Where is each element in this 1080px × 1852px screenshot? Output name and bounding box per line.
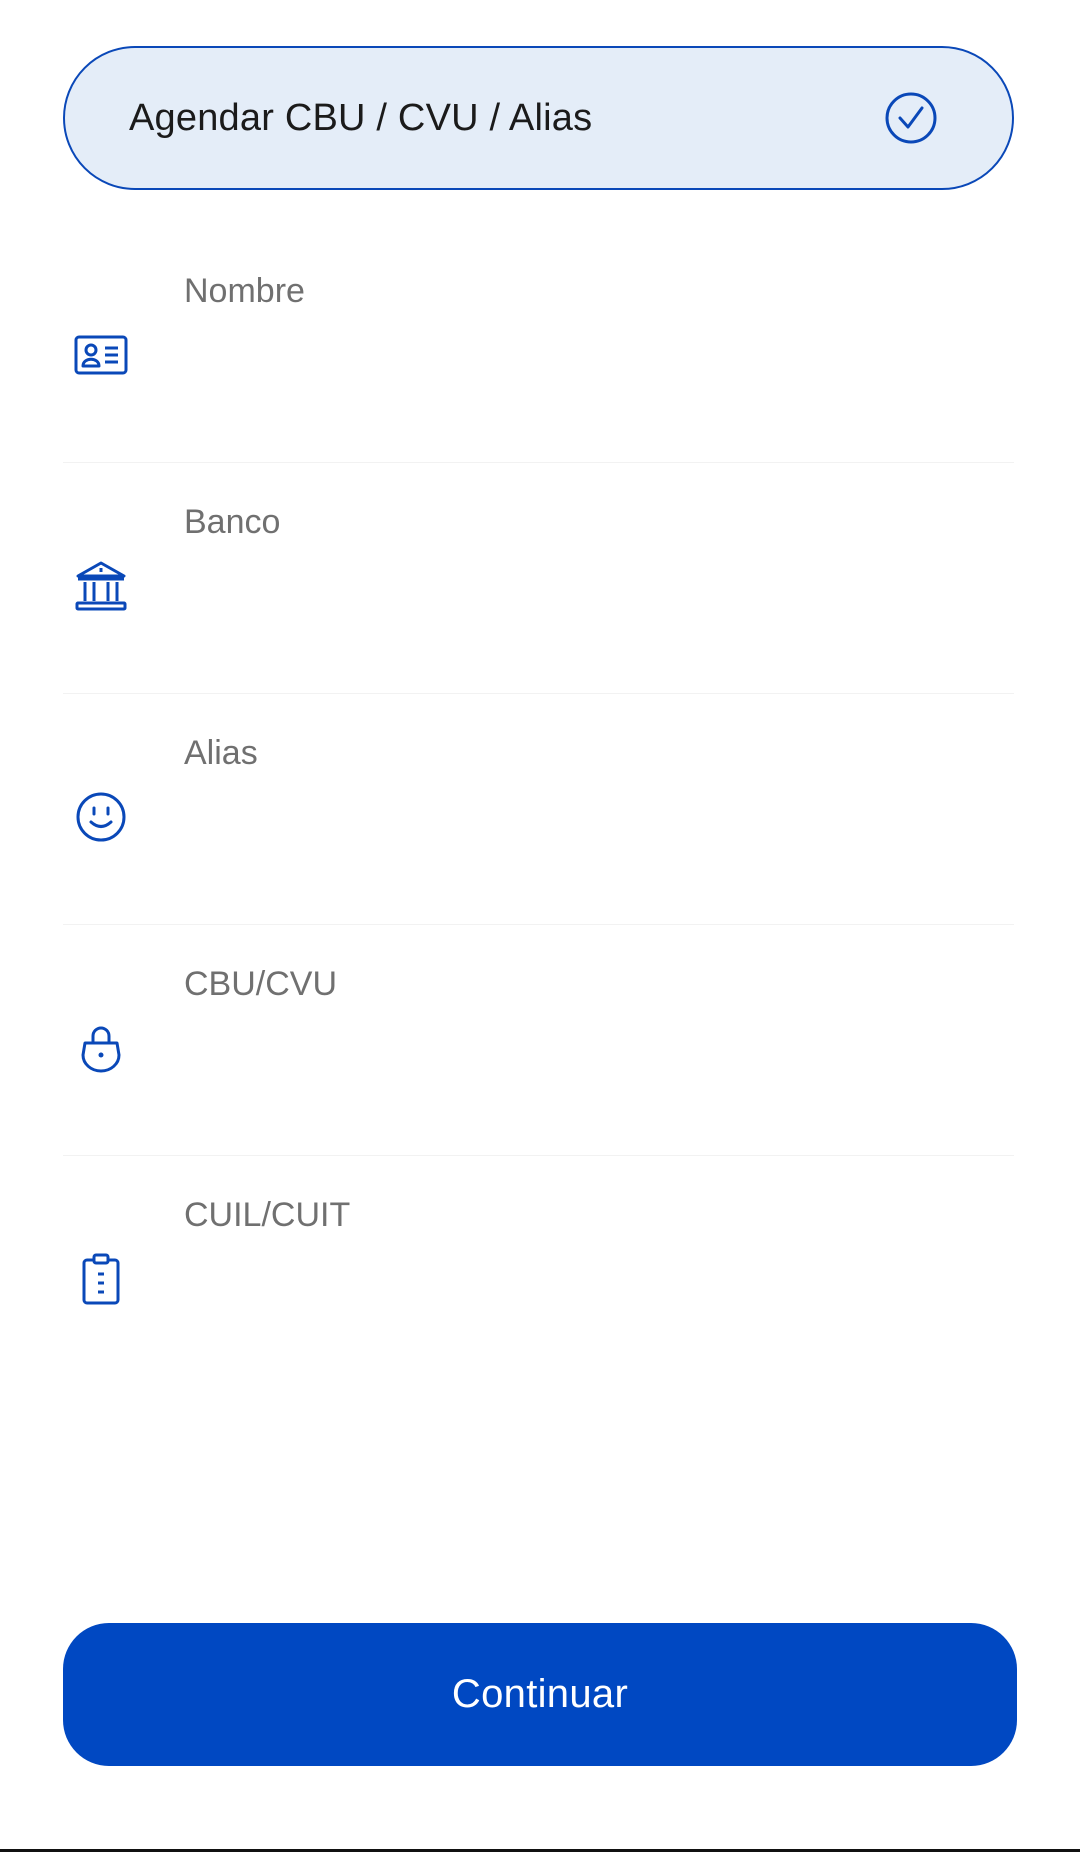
bank-icon — [73, 558, 129, 614]
id-card-icon — [73, 327, 129, 383]
continue-button[interactable]: Continuar — [63, 1623, 1017, 1766]
field-cbu-cvu: CBU/CVU — [63, 925, 1014, 1156]
banco-input[interactable] — [184, 563, 984, 623]
cbu-cvu-input[interactable] — [184, 1025, 984, 1085]
cuil-cuit-input[interactable] — [184, 1256, 984, 1316]
field-label-banco: Banco — [184, 503, 281, 541]
field-label-alias: Alias — [184, 734, 258, 772]
field-cuil-cuit: CUIL/CUIT — [63, 1156, 1014, 1387]
field-label-cuil-cuit: CUIL/CUIT — [184, 1196, 351, 1234]
smiley-icon — [73, 789, 129, 845]
alias-input[interactable] — [184, 794, 984, 854]
lock-icon — [73, 1020, 129, 1076]
clipboard-icon — [73, 1251, 129, 1307]
schedule-account-label: Agendar CBU / CVU / Alias — [129, 96, 593, 139]
nombre-input[interactable] — [184, 332, 984, 392]
field-banco: Banco — [63, 463, 1014, 694]
field-label-nombre: Nombre — [184, 272, 305, 310]
field-alias: Alias — [63, 694, 1014, 925]
field-nombre: Nombre — [63, 232, 1014, 463]
field-label-cbu-cvu: CBU/CVU — [184, 965, 338, 1003]
check-circle-icon — [884, 91, 938, 145]
schedule-account-toggle[interactable]: Agendar CBU / CVU / Alias — [63, 46, 1014, 190]
